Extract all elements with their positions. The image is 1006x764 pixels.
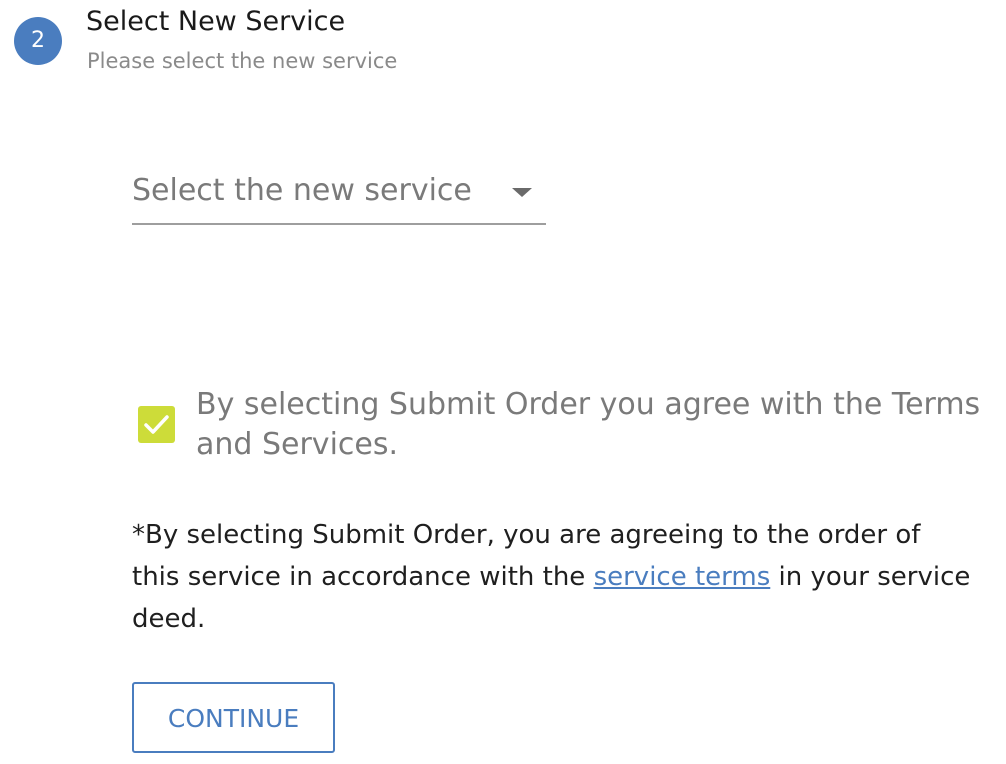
- service-select-placeholder: Select the new service: [132, 173, 472, 208]
- continue-button[interactable]: CONTINUE: [132, 682, 335, 753]
- terms-checkbox[interactable]: [138, 406, 175, 443]
- step-title: Select New Service: [86, 6, 346, 37]
- step-subtitle: Please select the new service: [87, 49, 398, 73]
- terms-checkbox-label: By selecting Submit Order you agree with…: [196, 387, 981, 462]
- service-terms-link[interactable]: service terms: [594, 562, 771, 592]
- legal-notice: *By selecting Submit Order, you are agre…: [132, 514, 972, 640]
- service-select-dropdown[interactable]: Select the new service: [132, 165, 546, 225]
- caret-down-icon: [512, 188, 532, 197]
- check-icon: [144, 415, 169, 434]
- step-number-badge: 2: [14, 17, 62, 65]
- service-selection-step: 2 Select New Service Please select the n…: [0, 0, 1006, 764]
